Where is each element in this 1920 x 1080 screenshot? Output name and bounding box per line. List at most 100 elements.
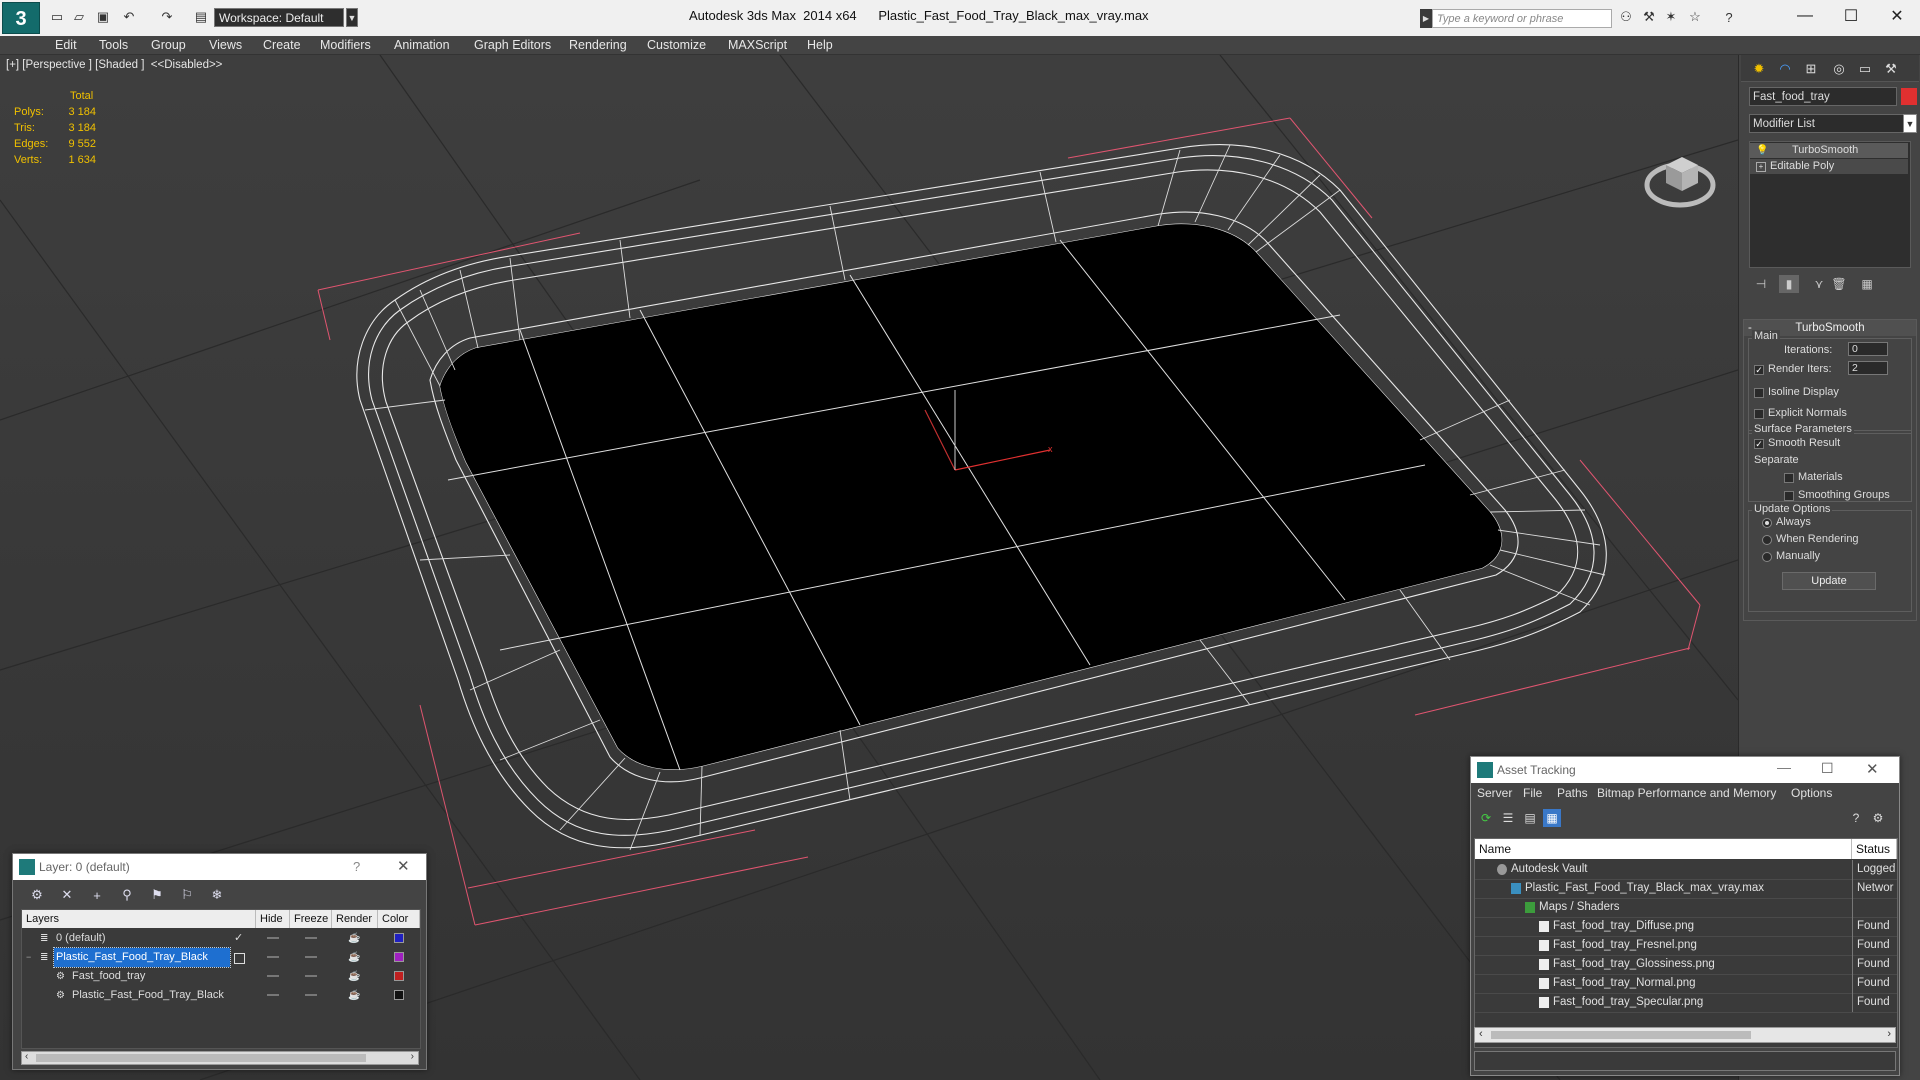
- app-logo-icon[interactable]: 3: [2, 2, 40, 34]
- table-view-icon[interactable]: ▦: [1543, 809, 1561, 827]
- object-color-swatch[interactable]: [1901, 88, 1917, 105]
- make-current-box[interactable]: [234, 953, 245, 964]
- workspace-dropdown[interactable]: Workspace: Default: [214, 8, 344, 27]
- menu-file[interactable]: File: [1523, 786, 1542, 800]
- minimize-icon[interactable]: —: [1782, 0, 1828, 32]
- when-rendering-radio[interactable]: [1762, 535, 1772, 545]
- column-status[interactable]: Status: [1852, 839, 1897, 859]
- select-objects-icon[interactable]: ⚲: [117, 886, 137, 904]
- hide-toggle[interactable]: [267, 994, 279, 996]
- list-view-icon[interactable]: ☰: [1499, 809, 1517, 827]
- isoline-display-checkbox[interactable]: [1754, 388, 1764, 398]
- render-iters-checkbox[interactable]: ✓: [1754, 365, 1764, 375]
- materials-checkbox[interactable]: [1784, 473, 1794, 483]
- menu-create[interactable]: Create: [263, 36, 301, 54]
- viewcube-icon[interactable]: [1640, 139, 1720, 209]
- asset-row[interactable]: Plastic_Fast_Food_Tray_Black_max_vray.ma…: [1475, 879, 1897, 899]
- object-color-swatch[interactable]: [394, 971, 404, 981]
- column-layers[interactable]: Layers: [22, 910, 256, 928]
- menu-maxscript[interactable]: MAXScript: [728, 36, 787, 54]
- close-icon[interactable]: ✕: [397, 857, 410, 875]
- make-unique-icon[interactable]: ⋎: [1809, 275, 1829, 293]
- column-hide[interactable]: Hide: [256, 910, 290, 928]
- redo-icon[interactable]: ↷: [158, 8, 176, 26]
- update-button[interactable]: Update: [1782, 572, 1876, 590]
- minimize-icon[interactable]: —: [1777, 759, 1791, 775]
- utilities-tab-icon[interactable]: ⚒: [1879, 59, 1903, 79]
- menu-customize[interactable]: Customize: [647, 36, 706, 54]
- hide-toggle[interactable]: [267, 975, 279, 977]
- menu-edit[interactable]: Edit: [55, 36, 77, 54]
- iterations-spinner[interactable]: 0: [1848, 342, 1888, 356]
- chevron-down-icon[interactable]: ▼: [1903, 114, 1917, 133]
- chevron-right-icon[interactable]: ›: [1887, 1028, 1891, 1040]
- current-layer-checkmark-icon[interactable]: ✓: [234, 929, 243, 948]
- binoculars-icon[interactable]: ⚇: [1617, 8, 1635, 26]
- always-radio[interactable]: [1762, 518, 1772, 528]
- menu-rendering[interactable]: Rendering: [569, 36, 627, 54]
- save-file-icon[interactable]: ▣: [94, 8, 112, 26]
- pin-stack-icon[interactable]: ⊣: [1751, 275, 1771, 293]
- layer-color-swatch[interactable]: [394, 952, 404, 962]
- remove-modifier-icon[interactable]: 🗑: [1829, 275, 1849, 293]
- help-icon[interactable]: ?: [1847, 809, 1865, 827]
- chevron-right-icon[interactable]: ›: [411, 1051, 414, 1062]
- scrollbar-thumb[interactable]: [1491, 1031, 1751, 1039]
- object-name-input[interactable]: Fast_food_tray: [1749, 87, 1897, 106]
- new-file-icon[interactable]: ▭: [48, 8, 66, 26]
- lightbulb-icon[interactable]: 💡: [1756, 143, 1768, 158]
- chevron-down-icon[interactable]: ▼: [346, 8, 358, 27]
- freeze-toggle[interactable]: [305, 956, 317, 958]
- menu-graph-editors[interactable]: Graph Editors: [474, 36, 551, 54]
- menu-options[interactable]: Options: [1791, 786, 1832, 800]
- menu-views[interactable]: Views: [209, 36, 242, 54]
- freeze-toggle[interactable]: [305, 975, 317, 977]
- render-teapot-icon[interactable]: ☕: [348, 986, 360, 1005]
- stack-item-editable-poly[interactable]: + Editable Poly: [1750, 159, 1908, 174]
- subscription-icon[interactable]: ⚒: [1640, 8, 1658, 26]
- modify-tab-icon[interactable]: ◠: [1773, 59, 1797, 79]
- layer-name[interactable]: Plastic_Fast_Food_Tray_Black: [53, 947, 231, 968]
- freeze-all-layers-icon[interactable]: ❄: [207, 886, 227, 904]
- freeze-toggle[interactable]: [305, 937, 317, 939]
- communication-icon[interactable]: ✶: [1662, 8, 1680, 26]
- render-iters-spinner[interactable]: 2: [1848, 361, 1888, 375]
- menu-group[interactable]: Group: [151, 36, 186, 54]
- chevron-left-icon[interactable]: ‹: [1479, 1028, 1483, 1040]
- hide-toggle[interactable]: [267, 956, 279, 958]
- chevron-right-icon[interactable]: ▶: [1420, 9, 1432, 28]
- menu-bitmap-performance[interactable]: Bitmap Performance and Memory: [1597, 786, 1776, 800]
- render-teapot-icon[interactable]: ☕: [348, 929, 360, 948]
- menu-help[interactable]: Help: [807, 36, 833, 54]
- chevron-left-icon[interactable]: ‹: [25, 1051, 28, 1062]
- modifier-list-dropdown[interactable]: Modifier List: [1749, 114, 1907, 133]
- undo-icon[interactable]: ↶: [120, 8, 138, 26]
- viewport-label-menu[interactable]: [+] [Perspective ] [Shaded ] <<Disabled>…: [6, 59, 222, 71]
- menu-animation[interactable]: Animation: [394, 36, 450, 54]
- freeze-toggle[interactable]: [305, 994, 317, 996]
- expand-plus-icon[interactable]: +: [1756, 162, 1766, 172]
- hide-toggle[interactable]: [267, 937, 279, 939]
- asset-row[interactable]: Maps / Shaders: [1475, 898, 1897, 918]
- column-render[interactable]: Render: [332, 910, 378, 928]
- search-input[interactable]: Type a keyword or phrase: [1432, 9, 1612, 28]
- menu-modifiers[interactable]: Modifiers: [320, 36, 371, 54]
- asset-path-field[interactable]: [1474, 1051, 1896, 1071]
- motion-tab-icon[interactable]: ◎: [1827, 59, 1851, 79]
- hide-all-layers-icon[interactable]: ⚐: [177, 886, 197, 904]
- column-color[interactable]: Color: [378, 910, 420, 928]
- column-name[interactable]: Name: [1475, 839, 1852, 859]
- asset-row[interactable]: Autodesk Vault Logged: [1475, 860, 1897, 880]
- show-end-result-icon[interactable]: ▮: [1779, 275, 1799, 293]
- layer-row[interactable]: ≣ 0 (default) ✓ ☕: [22, 929, 420, 948]
- project-folder-icon[interactable]: ▤: [192, 8, 210, 26]
- favorites-star-icon[interactable]: ☆: [1686, 8, 1704, 26]
- help-icon[interactable]: ?: [1720, 8, 1738, 26]
- menu-server[interactable]: Server: [1477, 786, 1512, 800]
- smoothing-groups-checkbox[interactable]: [1784, 491, 1794, 501]
- scrollbar-thumb[interactable]: [36, 1054, 366, 1062]
- menu-tools[interactable]: Tools: [99, 36, 128, 54]
- object-name[interactable]: Plastic_Fast_Food_Tray_Black: [70, 986, 226, 1005]
- hierarchy-tab-icon[interactable]: ⊞: [1799, 59, 1823, 79]
- asset-row[interactable]: Fast_food_tray_Normal.png Found: [1475, 974, 1897, 994]
